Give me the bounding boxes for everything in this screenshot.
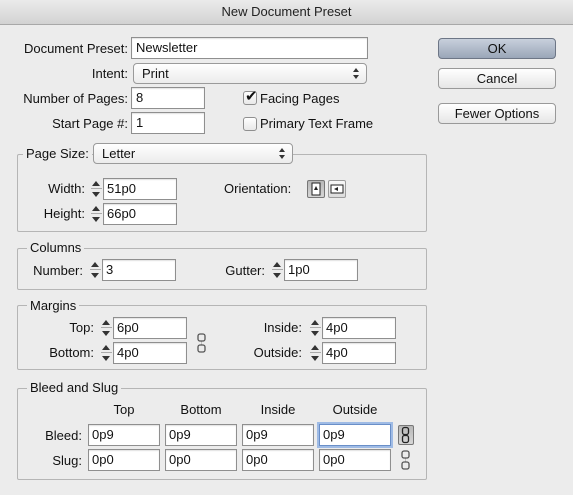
bleed-header-bottom: Bottom (180, 402, 222, 417)
slug-top-field[interactable]: 0p0 (88, 449, 160, 471)
margin-bottom-label: Bottom: (49, 345, 94, 360)
margins-title: Margins (27, 298, 80, 314)
height-label: Height: (43, 206, 85, 221)
height-stepper-icon[interactable] (90, 203, 102, 225)
margin-top-stepper-icon[interactable] (100, 317, 112, 339)
margin-outside-label: Outside: (253, 345, 302, 360)
page-size-label: Page Size: (23, 146, 92, 162)
start-page-field[interactable]: 1 (131, 112, 205, 134)
checkmark-icon: ✔ (245, 87, 258, 105)
ok-button[interactable]: OK (438, 38, 556, 59)
gutter-field[interactable]: 1p0 (284, 259, 358, 281)
bleed-top-field[interactable]: 0p9 (88, 424, 160, 446)
fewer-options-button[interactable]: Fewer Options (438, 103, 556, 124)
bleed-header-top: Top (113, 402, 135, 417)
margin-bottom-field[interactable]: 4p0 (113, 342, 187, 364)
columns-number-stepper-icon[interactable] (89, 259, 101, 281)
intent-label: Intent: (91, 66, 128, 81)
slug-unlinked-chain-icon[interactable] (399, 450, 413, 470)
landscape-orientation-icon[interactable] (328, 180, 346, 198)
columns-number-label: Number: (33, 263, 83, 278)
page-size-select-value: Letter (102, 146, 136, 161)
margin-outside-field[interactable]: 4p0 (322, 342, 396, 364)
start-page-label: Start Page #: (52, 116, 128, 131)
width-field[interactable]: 51p0 (103, 178, 177, 200)
width-stepper-icon[interactable] (90, 178, 102, 200)
columns-number-field[interactable]: 3 (102, 259, 176, 281)
slug-inside-field[interactable]: 0p0 (242, 449, 314, 471)
facing-pages-checkbox[interactable]: ✔ (243, 87, 258, 105)
slug-label: Slug: (52, 453, 82, 468)
margin-inside-label: Inside: (263, 320, 302, 335)
number-of-pages-field[interactable]: 8 (131, 87, 205, 109)
select-arrows-icon (278, 147, 286, 160)
intent-select[interactable]: Print (133, 63, 367, 84)
columns-title: Columns (27, 240, 85, 256)
primary-text-frame-label: Primary Text Frame (260, 116, 374, 131)
height-field[interactable]: 66p0 (103, 203, 177, 225)
margin-outside-stepper-icon[interactable] (309, 342, 321, 364)
margin-top-field[interactable]: 6p0 (113, 317, 187, 339)
portrait-orientation-icon[interactable] (307, 180, 325, 198)
width-label: Width: (48, 181, 85, 196)
select-arrows-icon (352, 67, 360, 80)
gutter-label: Gutter: (225, 263, 265, 278)
bleed-linked-chain-icon[interactable] (398, 425, 414, 445)
bleed-label: Bleed: (45, 428, 82, 443)
page-size-select[interactable]: Letter (93, 143, 293, 164)
slug-bottom-field[interactable]: 0p0 (165, 449, 237, 471)
facing-pages-label: Facing Pages (260, 91, 340, 106)
bleed-inside-field[interactable]: 0p9 (242, 424, 314, 446)
margin-inside-stepper-icon[interactable] (309, 317, 321, 339)
bleed-slug-title: Bleed and Slug (27, 380, 122, 396)
margins-unlinked-chain-icon[interactable] (195, 333, 209, 353)
slug-outside-field[interactable]: 0p0 (319, 449, 391, 471)
orientation-label: Orientation: (224, 181, 292, 196)
cancel-button[interactable]: Cancel (438, 68, 556, 89)
bleed-header-inside: Inside (260, 402, 296, 417)
document-preset-field[interactable]: Newsletter (131, 37, 368, 59)
gutter-stepper-icon[interactable] (271, 259, 283, 281)
window-title: New Document Preset (0, 0, 573, 25)
bleed-outside-field[interactable]: 0p9 (319, 424, 391, 446)
number-of-pages-label: Number of Pages: (23, 91, 128, 106)
bleed-bottom-field[interactable]: 0p9 (165, 424, 237, 446)
margin-bottom-stepper-icon[interactable] (100, 342, 112, 364)
margin-inside-field[interactable]: 4p0 (322, 317, 396, 339)
intent-select-value: Print (142, 66, 169, 81)
document-preset-label: Document Preset: (23, 41, 128, 56)
margin-top-label: Top: (69, 320, 94, 335)
bleed-header-outside: Outside (332, 402, 378, 417)
primary-text-frame-checkbox[interactable] (243, 117, 257, 131)
